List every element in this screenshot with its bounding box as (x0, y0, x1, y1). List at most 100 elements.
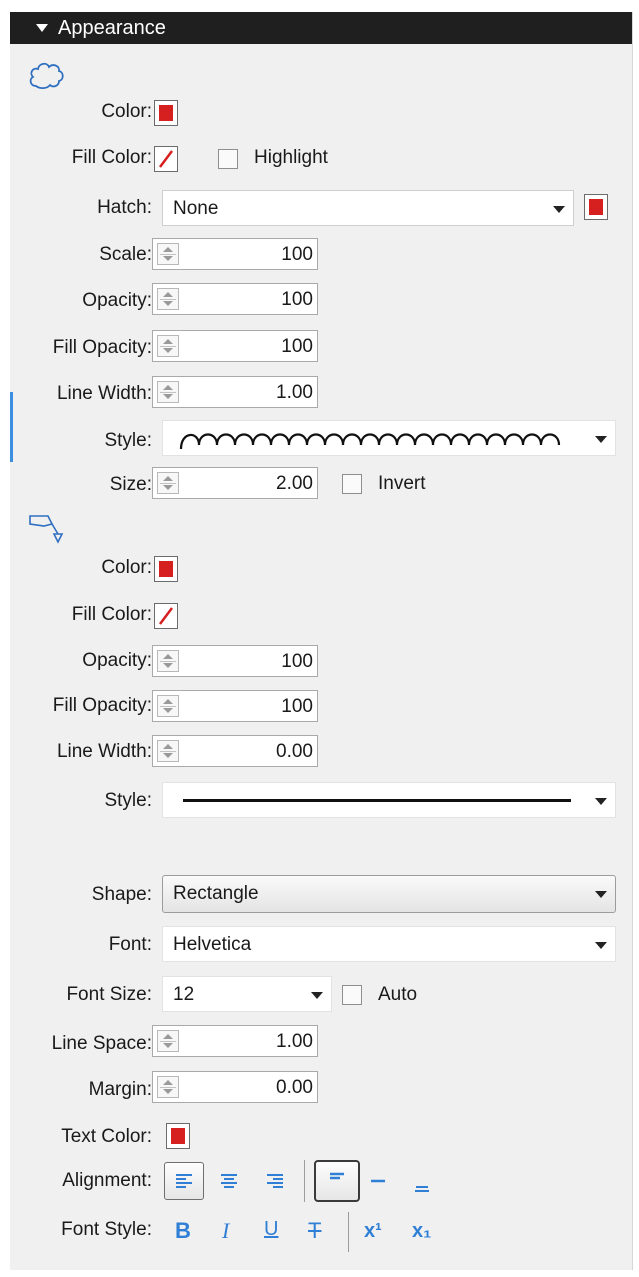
font-size-value: 12 (173, 984, 195, 1005)
stepper-arrows-icon[interactable] (157, 288, 179, 310)
line-space-label: Line Space: (51, 1033, 152, 1054)
highlight-checkbox[interactable] (218, 149, 238, 169)
strikethrough-button[interactable]: T (308, 1218, 321, 1244)
valign-bottom-icon (415, 1186, 429, 1192)
stepper-arrows-icon[interactable] (157, 740, 179, 762)
stepper-arrows-icon[interactable] (157, 1076, 179, 1098)
line-width-spinner[interactable]: 1.00 (152, 376, 318, 408)
align-center-icon (221, 1174, 237, 1188)
line-width-label: Line Width: (56, 383, 152, 404)
line-style-dropdown[interactable] (162, 782, 616, 818)
line-space-value: 1.00 (276, 1031, 313, 1052)
stepper-arrows-icon[interactable] (157, 243, 179, 265)
opacity-label: Opacity: (82, 290, 152, 311)
chevron-down-icon (595, 798, 607, 805)
align-left-button[interactable] (164, 1162, 204, 1200)
collapse-triangle-icon[interactable] (36, 24, 48, 32)
italic-button[interactable]: I (222, 1218, 229, 1244)
font-dropdown[interactable]: Helvetica (162, 926, 616, 962)
align-right-icon (267, 1174, 283, 1188)
align-left-icon (176, 1174, 192, 1188)
chevron-down-icon (595, 891, 607, 898)
underline-button[interactable]: U (264, 1218, 278, 1241)
leader-fill-opacity-value: 100 (281, 696, 313, 717)
shape-value: Rectangle (173, 883, 259, 904)
solid-line-preview (183, 799, 571, 802)
stepper-arrows-icon[interactable] (157, 472, 179, 494)
valign-bottom-button[interactable] (408, 1162, 436, 1200)
stepper-arrows-icon[interactable] (157, 650, 179, 672)
leader-opacity-value: 100 (281, 651, 313, 672)
fill-opacity-label: Fill Opacity: (52, 337, 152, 358)
chevron-down-icon (595, 942, 607, 949)
invert-checkbox[interactable] (342, 474, 362, 494)
fill-color-label: Fill Color: (71, 147, 152, 168)
auto-label: Auto (378, 984, 418, 1005)
stepper-arrows-icon[interactable] (157, 381, 179, 403)
valign-top-button[interactable] (314, 1160, 360, 1202)
leader-color-label: Color: (101, 557, 152, 578)
cloudy-line-preview (179, 433, 561, 450)
leader-line-width-label: Line Width: (56, 741, 152, 762)
margin-spinner[interactable]: 0.00 (152, 1071, 318, 1103)
leader-opacity-label: Opacity: (82, 650, 152, 671)
divider (348, 1212, 349, 1252)
text-color-swatch[interactable] (166, 1123, 190, 1149)
fill-color-none-swatch[interactable] (154, 146, 178, 172)
font-style-label: Font Style: (61, 1219, 152, 1240)
margin-label: Margin: (88, 1079, 152, 1100)
valign-middle-button[interactable] (364, 1162, 392, 1200)
leader-opacity-spinner[interactable]: 100 (152, 645, 318, 677)
scale-value: 100 (281, 244, 313, 265)
valign-middle-icon (371, 1179, 385, 1183)
leader-fill-opacity-label: Fill Opacity: (52, 695, 152, 716)
size-spinner[interactable]: 2.00 (152, 467, 318, 499)
fill-opacity-spinner[interactable]: 100 (152, 330, 318, 362)
line-space-spinner[interactable]: 1.00 (152, 1025, 318, 1057)
stepper-arrows-icon[interactable] (157, 695, 179, 717)
hatch-dropdown[interactable]: None (162, 190, 574, 226)
superscript-button[interactable]: x¹ (364, 1220, 382, 1243)
scroll-indicator (10, 392, 13, 462)
section-title: Appearance (58, 17, 166, 39)
shape-dropdown[interactable]: Rectangle (162, 875, 616, 913)
align-center-button[interactable] (214, 1162, 244, 1200)
cloudy-style-dropdown[interactable] (162, 420, 616, 456)
chevron-down-icon (553, 206, 565, 213)
scale-spinner[interactable]: 100 (152, 238, 318, 270)
hatch-value: None (173, 198, 219, 219)
line-width-value: 1.00 (276, 382, 313, 403)
cloud-shape-icon (29, 62, 64, 90)
margin-value: 0.00 (276, 1077, 313, 1098)
section-header[interactable]: Appearance (10, 12, 632, 44)
stepper-arrows-icon[interactable] (157, 1030, 179, 1052)
font-size-label: Font Size: (66, 984, 152, 1005)
fill-opacity-value: 100 (281, 336, 313, 357)
highlight-label: Highlight (254, 147, 328, 168)
hatch-color-swatch[interactable] (584, 194, 608, 220)
auto-checkbox[interactable] (342, 985, 362, 1005)
stepper-arrows-icon[interactable] (157, 335, 179, 357)
leader-line-width-value: 0.00 (276, 741, 313, 762)
color-swatch[interactable] (154, 100, 178, 126)
leader-fill-opacity-spinner[interactable]: 100 (152, 690, 318, 722)
text-color-label: Text Color: (61, 1126, 152, 1147)
valign-top-icon (330, 1172, 344, 1180)
opacity-value: 100 (281, 289, 313, 310)
subscript-button[interactable]: x₁ (412, 1220, 431, 1243)
style-label: Style: (104, 430, 152, 451)
alignment-label: Alignment: (62, 1170, 152, 1191)
leader-color-swatch[interactable] (154, 556, 178, 582)
invert-label: Invert (378, 473, 426, 494)
leader-fill-color-none-swatch[interactable] (154, 603, 178, 629)
size-label: Size: (109, 474, 152, 495)
color-label: Color: (101, 101, 152, 122)
leader-line-width-spinner[interactable]: 0.00 (152, 735, 318, 767)
opacity-spinner[interactable]: 100 (152, 283, 318, 315)
bold-button[interactable]: B (175, 1218, 191, 1244)
font-size-dropdown[interactable]: 12 (162, 976, 332, 1012)
align-right-button[interactable] (260, 1162, 290, 1200)
shape-label: Shape: (91, 884, 152, 905)
font-value: Helvetica (173, 934, 252, 955)
size-value: 2.00 (276, 473, 313, 494)
